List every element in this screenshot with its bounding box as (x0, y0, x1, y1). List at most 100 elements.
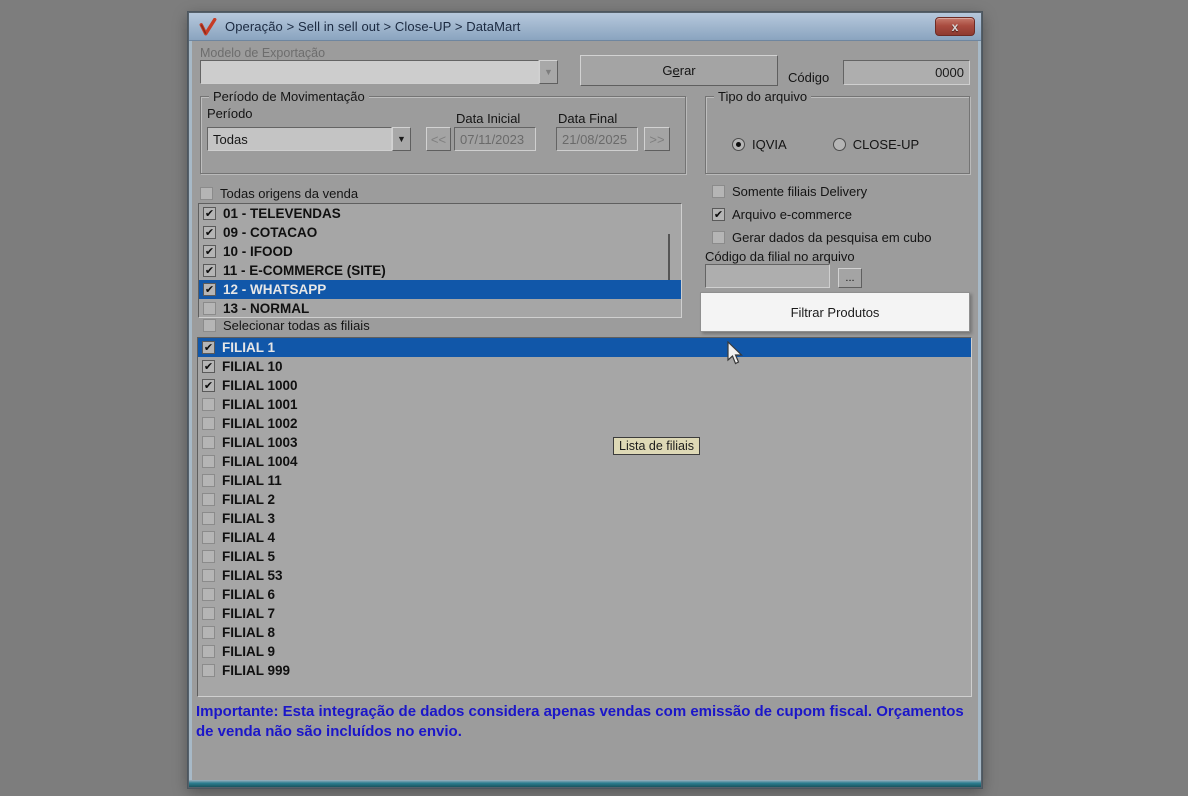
periodo-value: Todas (207, 127, 392, 151)
checkbox-icon[interactable] (203, 319, 216, 332)
item-label: 09 - COTACAO (223, 225, 318, 240)
export-model-combobox[interactable]: ▼ (200, 60, 558, 84)
filtrar-produtos-button[interactable]: Filtrar Produtos (700, 292, 970, 332)
tipo-arquivo-option[interactable]: CLOSE-UP (832, 137, 920, 152)
checkbox-icon[interactable] (200, 187, 213, 200)
checkbox-icon[interactable]: ✔ (203, 207, 216, 220)
filial-item[interactable]: FILIAL 7 (198, 604, 971, 623)
origens-scrollbar[interactable] (668, 234, 670, 280)
checkbox-icon[interactable] (202, 493, 215, 506)
origem-item[interactable]: ✔ 01 - TELEVENDAS (199, 204, 681, 223)
filial-item[interactable]: ✔ FILIAL 1000 (198, 376, 971, 395)
origem-item[interactable]: ✔ 12 - WHATSAPP (199, 280, 681, 299)
checkbox-icon[interactable] (202, 531, 215, 544)
checkbox-icon[interactable] (202, 645, 215, 658)
checkbox-icon[interactable] (202, 474, 215, 487)
item-label: FILIAL 5 (222, 549, 276, 564)
somente-delivery-label: Somente filiais Delivery (732, 184, 868, 199)
checkbox-icon[interactable]: ✔ (202, 379, 215, 392)
checkbox-icon[interactable] (202, 550, 215, 563)
item-label: IQVIA (752, 137, 787, 152)
item-label: 01 - TELEVENDAS (223, 206, 341, 221)
origem-item[interactable]: ✔ 10 - IFOOD (199, 242, 681, 261)
gerar-button-label: Gerar (662, 63, 696, 78)
checkbox-icon[interactable] (203, 302, 216, 315)
footer-warning-text: Importante: Esta integração de dados con… (196, 703, 964, 740)
gerar-button[interactable]: Gerar (580, 55, 778, 86)
tipo-arquivo-option[interactable]: IQVIA (732, 137, 787, 152)
origem-item[interactable]: 13 - NORMAL (199, 299, 681, 317)
checkbox-icon[interactable]: ✔ (202, 360, 215, 373)
item-label: FILIAL 53 (222, 568, 283, 583)
checkbox-icon[interactable]: ✔ (203, 264, 216, 277)
checkbox-icon[interactable] (202, 398, 215, 411)
browse-button[interactable]: ... (838, 268, 862, 288)
checkbox-icon[interactable] (202, 455, 215, 468)
item-label: FILIAL 1003 (222, 435, 298, 450)
filial-item[interactable]: FILIAL 1002 (198, 414, 971, 433)
checkbox-icon[interactable] (202, 436, 215, 449)
checkbox-icon[interactable] (712, 231, 725, 244)
checkbox-icon[interactable]: ✔ (712, 208, 725, 221)
checkbox-icon[interactable]: ✔ (202, 341, 215, 354)
arquivo-ecommerce-checkbox-row[interactable]: ✔ Arquivo e-commerce (712, 207, 852, 222)
lista-filiais-tooltip: Lista de filiais (613, 437, 701, 455)
item-label: FILIAL 1004 (222, 454, 298, 469)
filial-item[interactable]: FILIAL 11 (198, 471, 971, 490)
titlebar[interactable]: Operação > Sell in sell out > Close-UP >… (189, 13, 981, 41)
checkbox-icon[interactable] (202, 569, 215, 582)
selecionar-todas-filiais-checkbox-row[interactable]: Selecionar todas as filiais (203, 318, 370, 333)
filial-item[interactable]: FILIAL 1003 (198, 433, 971, 452)
chevron-down-icon[interactable]: ▼ (539, 60, 558, 84)
checkbox-icon[interactable] (202, 626, 215, 639)
filial-item[interactable]: FILIAL 8 (198, 623, 971, 642)
origens-listbox[interactable]: ✔ 01 - TELEVENDAS ✔ 09 - COTACAO ✔ 10 - IFOOD… (198, 203, 682, 318)
filial-item[interactable]: FILIAL 4 (198, 528, 971, 547)
filiais-listbox[interactable]: ✔ FILIAL 1 ✔ FILIAL 10 ✔ FILIAL 1000 FILIAL 10… (197, 337, 972, 697)
filial-item[interactable]: FILIAL 2 (198, 490, 971, 509)
checkbox-icon[interactable] (202, 607, 215, 620)
checkbox-icon[interactable] (202, 512, 215, 525)
filial-item[interactable]: FILIAL 1004 (198, 452, 971, 471)
checkbox-icon[interactable] (202, 417, 215, 430)
periodo-combobox[interactable]: Todas ▼ (207, 127, 411, 151)
item-label: FILIAL 8 (222, 625, 276, 640)
mouse-cursor (727, 341, 743, 365)
chevron-down-icon[interactable]: ▼ (392, 127, 411, 151)
close-button[interactable]: x (935, 17, 975, 36)
checkbox-icon[interactable] (712, 185, 725, 198)
somente-delivery-checkbox-row[interactable]: Somente filiais Delivery (712, 184, 867, 199)
filial-item[interactable]: FILIAL 3 (198, 509, 971, 528)
checkbox-icon[interactable] (202, 588, 215, 601)
pesquisa-cubo-checkbox-row[interactable]: Gerar dados da pesquisa em cubo (712, 230, 931, 245)
data-final-input[interactable] (556, 127, 638, 151)
data-inicial-input[interactable] (454, 127, 536, 151)
filial-item[interactable]: ✔ FILIAL 10 (198, 357, 971, 376)
app-logo-icon (199, 17, 217, 35)
origem-item[interactable]: ✔ 11 - E-COMMERCE (SITE) (199, 261, 681, 280)
radio-icon[interactable] (832, 138, 846, 151)
item-label: FILIAL 1000 (222, 378, 298, 393)
filial-item[interactable]: FILIAL 5 (198, 547, 971, 566)
next-period-button[interactable]: >> (644, 127, 670, 151)
checkbox-icon[interactable]: ✔ (203, 245, 216, 258)
todas-origens-checkbox-row[interactable]: Todas origens da venda (200, 186, 358, 201)
prev-period-button[interactable]: << (426, 127, 451, 151)
filial-item[interactable]: ✔ FILIAL 1 (198, 338, 971, 357)
checkbox-icon[interactable] (202, 664, 215, 677)
checkbox-icon[interactable]: ✔ (203, 226, 216, 239)
filial-item[interactable]: FILIAL 9 (198, 642, 971, 661)
item-label: FILIAL 9 (222, 644, 276, 659)
checkbox-icon[interactable]: ✔ (203, 283, 216, 296)
origem-item[interactable]: ✔ 09 - COTACAO (199, 223, 681, 242)
todas-origens-label: Todas origens da venda (220, 186, 359, 201)
filial-item[interactable]: FILIAL 1001 (198, 395, 971, 414)
filial-item[interactable]: FILIAL 6 (198, 585, 971, 604)
radio-icon[interactable] (732, 138, 745, 151)
codigo-input[interactable] (843, 60, 970, 85)
codigo-filial-input[interactable] (705, 264, 830, 288)
periodo-groupbox: Período de Movimentação Período Todas ▼ … (200, 89, 686, 174)
filial-item[interactable]: FILIAL 53 (198, 566, 971, 585)
item-label: CLOSE-UP (852, 137, 920, 152)
filial-item[interactable]: FILIAL 999 (198, 661, 971, 680)
